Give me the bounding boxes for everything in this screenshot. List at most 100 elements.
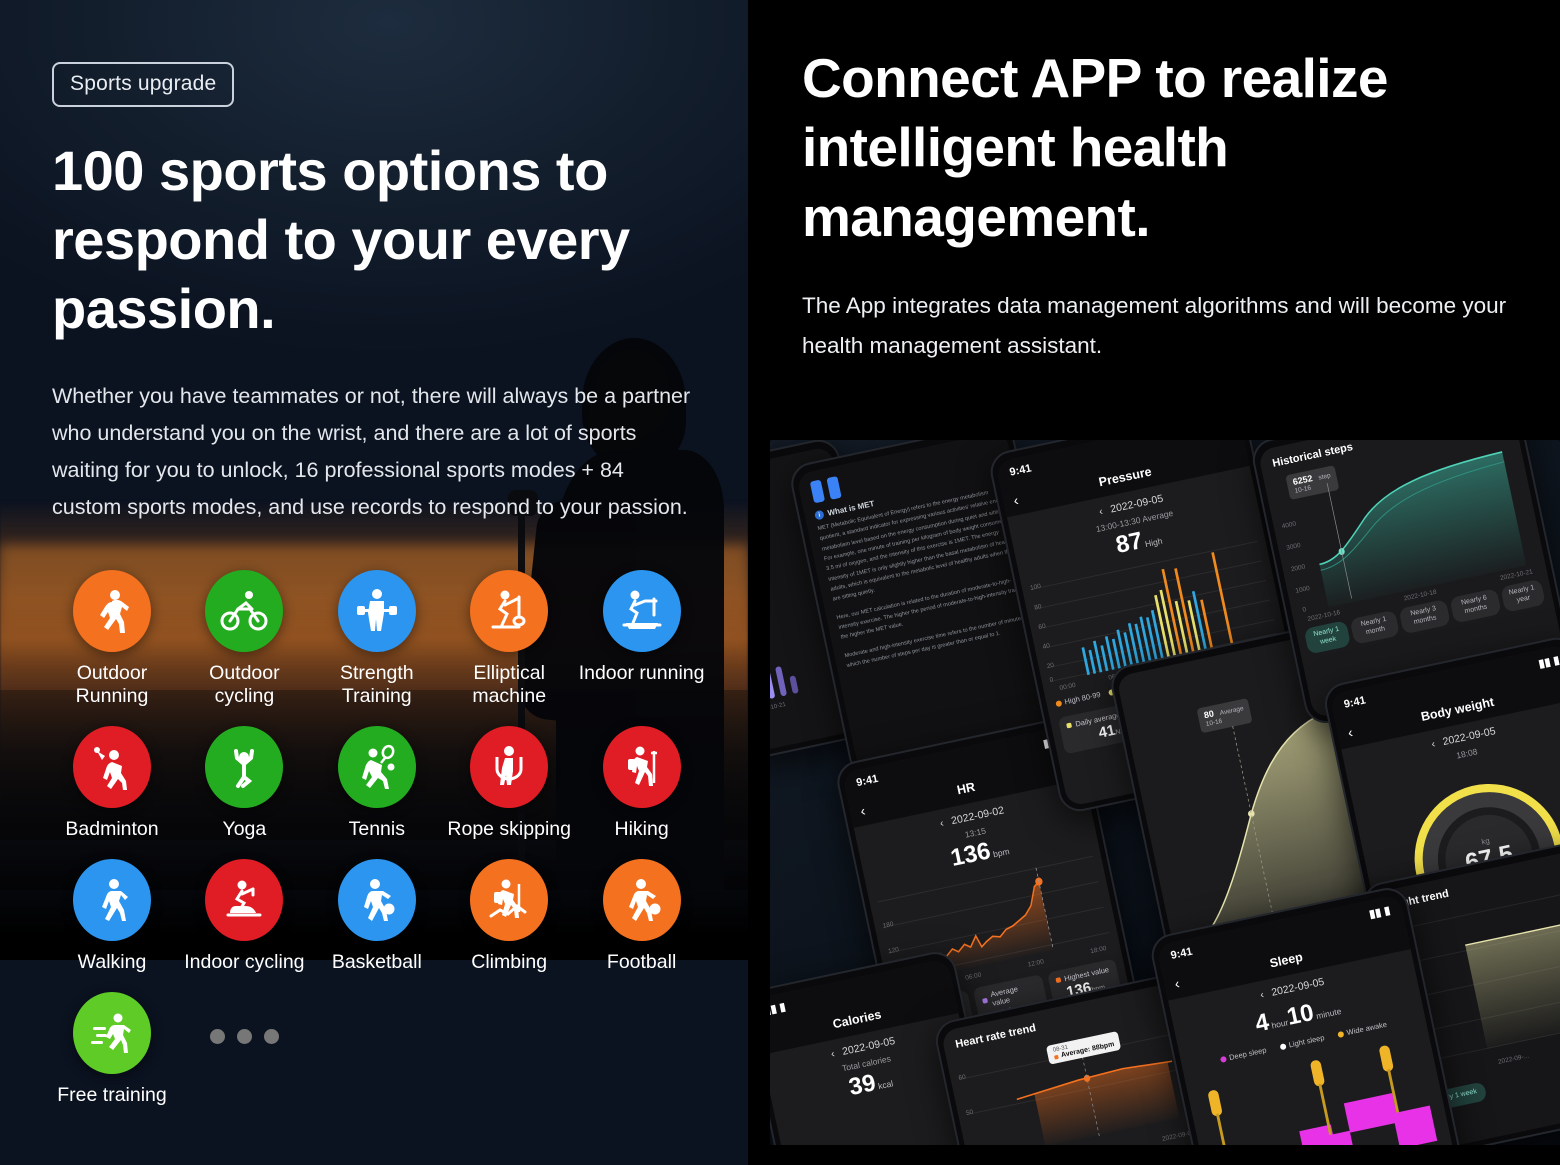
football-icon — [602, 858, 681, 941]
cycling-icon — [205, 569, 284, 652]
treadmill-icon — [602, 569, 681, 652]
elliptical-icon — [470, 569, 549, 652]
pressure-y-tick: 40 — [1042, 642, 1051, 651]
sport-label: Football — [606, 950, 677, 973]
sport-label: Indoor running — [578, 661, 705, 684]
hr-trend-y-tick: 50 — [965, 1108, 974, 1118]
pressure-y-tick: 0 — [1049, 676, 1055, 684]
rope-skipping-icon — [470, 725, 549, 808]
range-tab-1-year[interactable]: Nearly 1 year — [1499, 578, 1546, 613]
legend-wide-awake: Wide awake — [1337, 1020, 1388, 1039]
sleep-title: Sleep — [1268, 949, 1304, 971]
sport-item-football[interactable]: Football — [576, 858, 708, 974]
sport-label: Strength Training — [339, 661, 414, 707]
sport-label: Yoga — [222, 817, 267, 840]
sport-label: Climbing — [471, 950, 548, 973]
sport-label: Outdoor cycling — [209, 661, 280, 707]
sport-item-outdoor-cycling[interactable]: Outdoor cycling — [178, 569, 310, 708]
hr-y-tick: 120 — [887, 946, 900, 956]
back-icon[interactable]: ‹ — [1173, 975, 1181, 992]
back-icon[interactable]: ‹ — [1012, 492, 1020, 509]
prev-date-icon[interactable]: ‹ — [1259, 989, 1265, 1001]
status-time: 9:41 — [1169, 945, 1194, 962]
sport-item-elliptical-machine[interactable]: Elliptical machine — [443, 569, 575, 708]
back-icon[interactable]: ‹ — [859, 802, 867, 819]
free-training-icon — [73, 991, 151, 1074]
calories-title: Calories — [831, 1007, 883, 1032]
prev-date-icon[interactable]: ‹ — [939, 817, 945, 829]
sport-item-basketball[interactable]: Basketball — [311, 858, 443, 974]
sports-panel: Sports upgrade 100 sports options to res… — [0, 0, 748, 1165]
sport-item-indoor-running[interactable]: Indoor running — [576, 569, 708, 708]
hr-trend-y-tick: 60 — [957, 1073, 967, 1082]
prev-date-icon[interactable]: ‹ — [1430, 738, 1436, 750]
sleep-date: 2022-09-05 — [1270, 975, 1326, 999]
sport-item-yoga[interactable]: Yoga — [178, 725, 310, 841]
hr-trend-x-tick: 2022-09-0 — [1161, 1129, 1192, 1143]
sport-item-indoor-cycling[interactable]: Indoor cycling — [178, 858, 310, 974]
pressure-y-tick: 80 — [1033, 603, 1043, 612]
range-tab-6-months[interactable]: Nearly 6 months — [1449, 588, 1502, 624]
basketball-icon — [337, 858, 416, 941]
steps-y-tick: 4000 — [1281, 520, 1297, 531]
page-description: Whether you have teammates or not, there… — [52, 383, 691, 519]
steps-y-tick: 1000 — [1294, 585, 1311, 595]
sport-item-rope-skipping[interactable]: Rope skipping — [443, 725, 575, 841]
sport-label: Free training — [57, 1083, 167, 1106]
range-tab-1-week[interactable]: Nearly 1 week — [1303, 620, 1352, 655]
sport-item-free-training[interactable]: Free training — [46, 991, 178, 1107]
walking-icon — [73, 858, 151, 941]
sport-item-badminton[interactable]: Badminton — [46, 725, 178, 841]
prev-date-icon[interactable]: ‹ — [1098, 505, 1104, 517]
hiking-icon — [602, 725, 681, 808]
product-feature-page: Sports upgrade 100 sports options to res… — [0, 0, 1560, 1165]
running-icon — [73, 569, 151, 652]
sport-item-tennis[interactable]: Tennis — [311, 725, 443, 841]
app-screenshot-collage: 2022-09-04 2022-10-21 — [770, 440, 1560, 1145]
pressure-y-tick: 100 — [1029, 582, 1042, 593]
sport-item-strength-training[interactable]: Strength Training — [311, 569, 443, 708]
hr-y-tick: 180 — [882, 920, 895, 930]
steps-y-tick: 0 — [1301, 606, 1307, 614]
sport-label: Walking — [77, 950, 147, 973]
sport-label: Basketball — [331, 950, 422, 973]
app-panel: Connect APP to realize intelligent healt… — [748, 0, 1560, 1165]
sport-item-hiking[interactable]: Hiking — [576, 725, 708, 841]
back-icon[interactable]: ‹ — [1346, 724, 1354, 741]
sport-label: Indoor cycling — [184, 950, 305, 973]
legend-light-sleep: Light sleep — [1279, 1033, 1325, 1051]
sport-label: Rope skipping — [447, 817, 571, 840]
sport-item-climbing[interactable]: Climbing — [443, 858, 575, 974]
badminton-icon — [73, 725, 151, 808]
legend-deep-sleep: Deep sleep — [1219, 1045, 1267, 1064]
climbing-icon — [470, 858, 549, 941]
carousel-pager[interactable] — [178, 992, 310, 1107]
app-page-description: The App integrates data management algor… — [802, 292, 1507, 358]
barbell-icon — [337, 569, 416, 652]
pressure-y-tick: 60 — [1037, 622, 1047, 632]
steps-y-tick: 2000 — [1290, 563, 1306, 574]
prev-date-icon[interactable]: ‹ — [830, 1048, 836, 1060]
status-time: 9:41 — [855, 772, 880, 790]
indoor-cycling-icon — [205, 858, 284, 941]
pressure-title: Pressure — [1097, 464, 1153, 490]
yoga-icon — [205, 725, 284, 808]
sport-label: Outdoor Running — [75, 661, 149, 707]
steps-y-tick: 3000 — [1285, 541, 1302, 552]
range-tab-3-months[interactable]: Nearly 3 months — [1398, 599, 1451, 634]
sport-item-walking[interactable]: Walking — [46, 858, 178, 974]
hr-title: HR — [955, 779, 977, 798]
tennis-icon — [337, 725, 416, 808]
status-time: 9:41 — [1008, 462, 1033, 479]
sports-mode-grid: Outdoor Running Outdoor cycling Strength… — [0, 569, 748, 1107]
sports-upgrade-badge: Sports upgrade — [52, 62, 235, 107]
sport-label: Hiking — [614, 817, 669, 840]
status-time: 9:41 — [1342, 694, 1367, 711]
app-page-title: Connect APP to realize intelligent healt… — [802, 47, 1388, 248]
page-title: 100 sports options to respond to your ev… — [52, 139, 630, 340]
sport-item-outdoor-running[interactable]: Outdoor Running — [46, 569, 178, 708]
sport-label: Tennis — [348, 817, 405, 840]
sport-label: Elliptical machine — [472, 661, 547, 707]
pressure-y-tick: 20 — [1046, 661, 1055, 671]
range-tab-1-month[interactable]: Nearly 1 month — [1349, 609, 1400, 645]
